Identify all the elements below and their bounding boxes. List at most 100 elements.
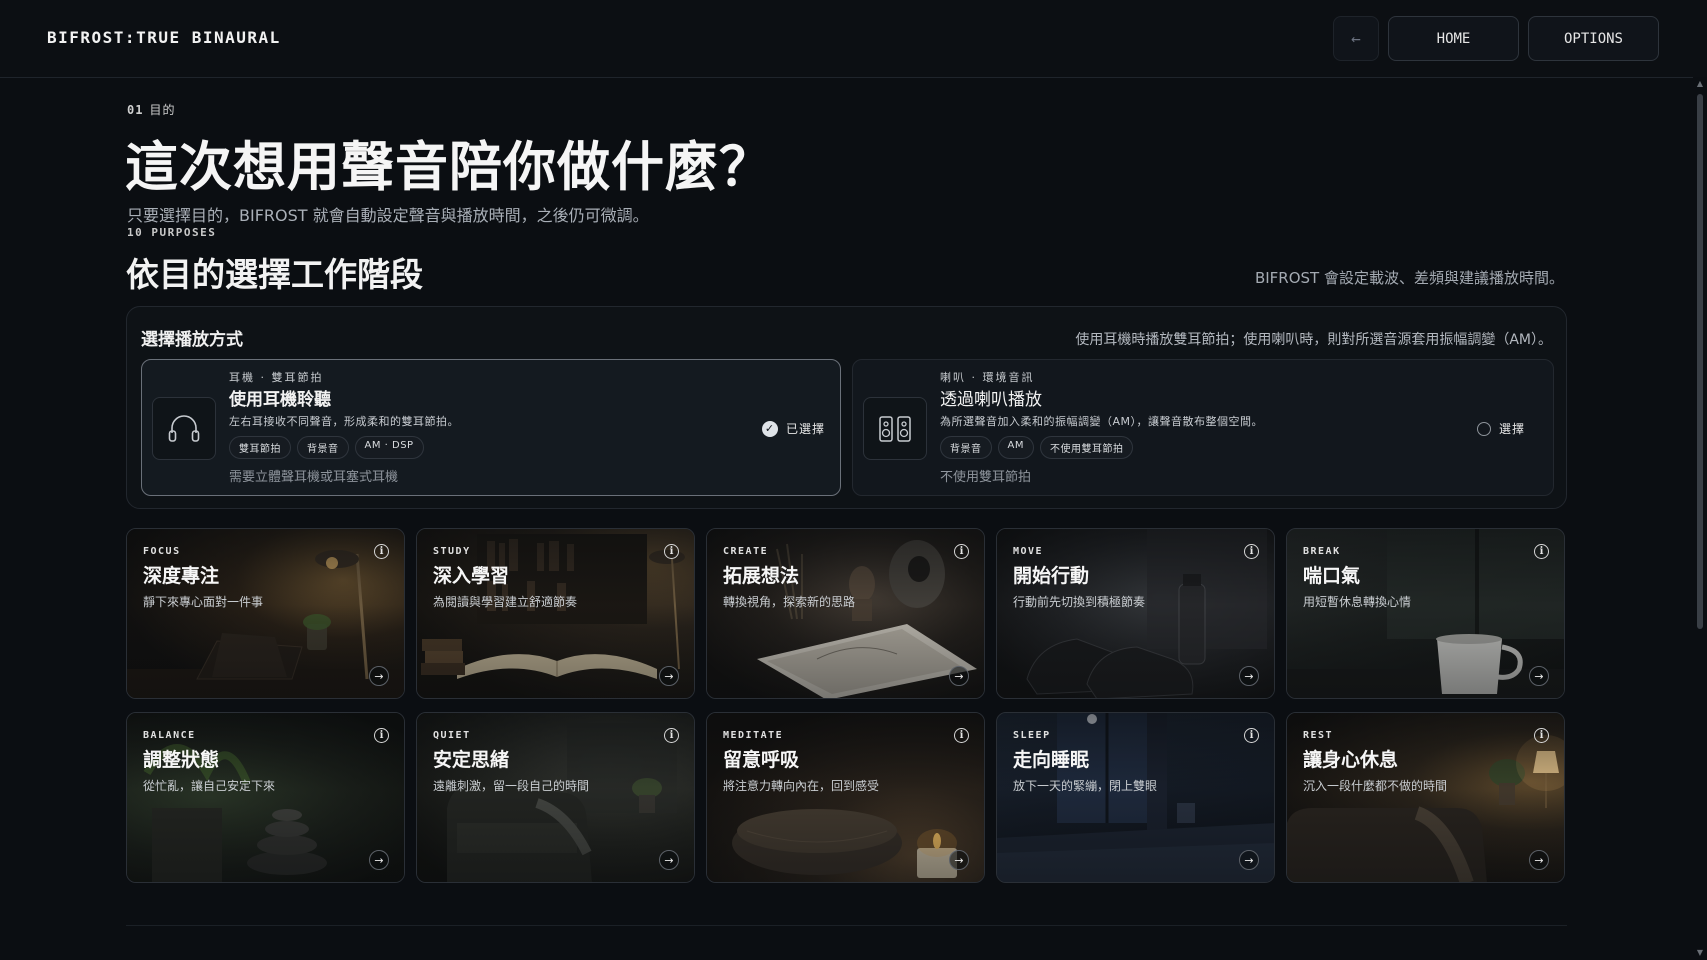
purpose-name: 走向睡眠 <box>1013 749 1090 771</box>
tag: 不使用雙耳節拍 <box>1039 436 1134 459</box>
purpose-name: 安定思緒 <box>433 749 510 771</box>
purpose-desc: 遠離刺激，留一段自己的時間 <box>433 779 590 793</box>
purpose-card-focus[interactable]: FOCUS 深度專注 靜下來專心面對一件事 i → <box>126 528 405 699</box>
purpose-card-break[interactable]: BREAK 喘口氣 用短暫休息轉換心情 i → <box>1286 528 1565 699</box>
purpose-code: MEDITATE <box>723 730 784 741</box>
page-title: 這次想用聲音陪你做什麼？ <box>125 137 773 198</box>
scroll-up-icon[interactable]: ▲ <box>1695 79 1705 89</box>
divider <box>126 925 1567 926</box>
tag: 雙耳節拍 <box>229 436 291 459</box>
arrow-right-icon[interactable]: → <box>949 850 969 870</box>
scroll-down-icon[interactable]: ▼ <box>1695 948 1705 958</box>
info-icon[interactable]: i <box>1534 728 1549 743</box>
playback-note: 使用耳機時播放雙耳節拍；使用喇叭時，則對所選音源套用振幅調變（AM）。 <box>1075 332 1552 348</box>
mode-tags: 背景音 AM 不使用雙耳節拍 <box>940 436 1134 459</box>
purpose-card-move[interactable]: MOVE 開始行動 行動前先切換到積極節奏 i → <box>996 528 1275 699</box>
arrow-right-icon[interactable]: → <box>1239 666 1259 686</box>
mode-requirement: 需要立體聲耳機或耳塞式耳機 <box>229 470 399 485</box>
back-button[interactable]: ← <box>1333 16 1379 61</box>
arrow-right-icon[interactable]: → <box>1529 850 1549 870</box>
home-button[interactable]: HOME <box>1388 16 1519 61</box>
mode-card-headphones[interactable]: 耳機 · 雙耳節拍 使用耳機聆聽 左右耳接收不同聲音，形成柔和的雙耳節拍。 雙耳… <box>141 359 841 496</box>
purpose-desc: 從忙亂，讓自己安定下來 <box>143 779 276 793</box>
purpose-name: 拓展想法 <box>723 565 800 587</box>
purpose-code: BALANCE <box>143 730 196 741</box>
info-icon[interactable]: i <box>1244 728 1259 743</box>
step-name: 目的 <box>149 103 176 117</box>
section-title: 依目的選擇工作階段 <box>126 255 423 294</box>
purpose-name: 讓身心休息 <box>1303 749 1399 771</box>
info-icon[interactable]: i <box>664 728 679 743</box>
scrollbar[interactable]: ▲ ▼ <box>1693 77 1707 960</box>
check-icon: ✓ <box>761 420 778 437</box>
tag: 背景音 <box>940 436 992 459</box>
info-icon[interactable]: i <box>1534 544 1549 559</box>
purpose-code: FOCUS <box>143 546 181 557</box>
arrow-right-icon[interactable]: → <box>1529 666 1549 686</box>
purpose-card-balance[interactable]: BALANCE 調整狀態 從忙亂，讓自己安定下來 i → <box>126 712 405 883</box>
scroll-thumb[interactable] <box>1697 94 1703 629</box>
mode-description: 為所選聲音加入柔和的振幅調變（AM），讓聲音散布整個空間。 <box>940 415 1264 428</box>
step-label: 01 目的 <box>127 101 175 118</box>
mode-tags: 雙耳節拍 背景音 AM · DSP <box>229 436 424 459</box>
tag: AM <box>997 436 1034 459</box>
info-icon[interactable]: i <box>374 728 389 743</box>
purpose-desc: 放下一天的緊繃，閉上雙眼 <box>1013 779 1158 793</box>
mode-requirement: 不使用雙耳節拍 <box>940 470 1032 485</box>
info-icon[interactable]: i <box>1244 544 1259 559</box>
purpose-desc: 靜下來專心面對一件事 <box>143 595 264 609</box>
arrow-right-icon[interactable]: → <box>659 850 679 870</box>
purpose-desc: 將注意力轉向內在，回到感受 <box>723 779 880 793</box>
options-button[interactable]: OPTIONS <box>1528 16 1659 61</box>
purpose-code: CREATE <box>723 546 769 557</box>
purpose-card-create[interactable]: CREATE 拓展想法 轉換視角，探索新的思路 i → <box>706 528 985 699</box>
mode-name: 使用耳機聆聽 <box>229 390 331 410</box>
section-note: BIFROST 會設定載波、差頻與建議播放時間。 <box>1254 269 1564 287</box>
arrow-left-icon: ← <box>1351 29 1361 48</box>
step-number: 01 <box>127 103 144 117</box>
info-icon[interactable]: i <box>374 544 389 559</box>
purpose-card-quiet[interactable]: QUIET 安定思緒 遠離刺激，留一段自己的時間 i → <box>416 712 695 883</box>
info-icon[interactable]: i <box>954 544 969 559</box>
purpose-name: 深入學習 <box>433 565 510 587</box>
mode-select-radio[interactable]: 選擇 <box>1476 420 1525 437</box>
purpose-card-rest[interactable]: REST 讓身心休息 沉入一段什麼都不做的時間 i → <box>1286 712 1565 883</box>
purpose-code: MOVE <box>1013 546 1044 557</box>
purpose-code: QUIET <box>433 730 471 741</box>
app-brand[interactable]: BIFROST:TRUE BINAURAL <box>47 28 281 47</box>
purpose-desc: 用短暫休息轉換心情 <box>1303 595 1412 609</box>
purpose-name: 喘口氣 <box>1303 565 1361 587</box>
arrow-right-icon[interactable]: → <box>659 666 679 686</box>
headphones-icon <box>152 397 216 460</box>
info-icon[interactable]: i <box>954 728 969 743</box>
mode-card-speakers[interactable]: 喇叭 · 環境音訊 透過喇叭播放 為所選聲音加入柔和的振幅調變（AM），讓聲音散… <box>852 359 1554 496</box>
mode-description: 左右耳接收不同聲音，形成柔和的雙耳節拍。 <box>229 415 459 428</box>
purpose-card-study[interactable]: STUDY 深入學習 為閱讀與學習建立舒適節奏 i → <box>416 528 695 699</box>
playback-title: 選擇播放方式 <box>141 330 243 350</box>
page-subtitle: 只要選擇目的，BIFROST 就會自動設定聲音與播放時間，之後仍可微調。 <box>127 206 649 225</box>
purpose-name: 開始行動 <box>1013 565 1090 587</box>
top-bar: BIFROST:TRUE BINAURAL ← HOME OPTIONS <box>0 0 1707 78</box>
playback-mode-panel: 選擇播放方式 使用耳機時播放雙耳節拍；使用喇叭時，則對所選音源套用振幅調變（AM… <box>126 306 1567 509</box>
mode-state-label: 選擇 <box>1498 422 1525 436</box>
info-icon[interactable]: i <box>664 544 679 559</box>
purpose-card-meditate[interactable]: MEDITATE 留意呼吸 將注意力轉向內在，回到感受 i → <box>706 712 985 883</box>
purpose-card-sleep[interactable]: SLEEP 走向睡眠 放下一天的緊繃，閉上雙眼 i → <box>996 712 1275 883</box>
purpose-code: REST <box>1303 730 1334 741</box>
mode-name: 透過喇叭播放 <box>940 390 1042 410</box>
mode-selected-indicator[interactable]: ✓ 已選擇 <box>761 420 825 437</box>
arrow-right-icon[interactable]: → <box>369 850 389 870</box>
purpose-code: SLEEP <box>1013 730 1051 741</box>
purpose-code: STUDY <box>433 546 471 557</box>
purpose-desc: 轉換視角，探索新的思路 <box>723 595 856 609</box>
purpose-code: BREAK <box>1303 546 1341 557</box>
arrow-right-icon[interactable]: → <box>1239 850 1259 870</box>
speakers-icon <box>863 397 927 460</box>
tag: AM · DSP <box>354 436 424 459</box>
arrow-right-icon[interactable]: → <box>369 666 389 686</box>
arrow-right-icon[interactable]: → <box>949 666 969 686</box>
purpose-desc: 為閱讀與學習建立舒適節奏 <box>433 595 578 609</box>
mode-kicker: 喇叭 · 環境音訊 <box>940 371 1035 384</box>
purpose-desc: 沉入一段什麼都不做的時間 <box>1303 779 1448 793</box>
tag: 背景音 <box>297 436 349 459</box>
